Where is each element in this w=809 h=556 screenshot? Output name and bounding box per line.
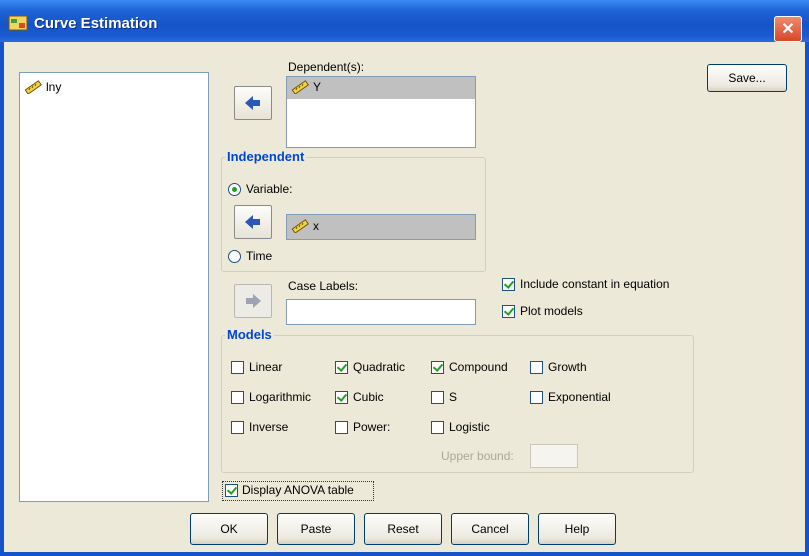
cubic-checkbox[interactable] <box>335 391 348 404</box>
growth-checkbox[interactable] <box>530 361 543 374</box>
independent-variable-field[interactable]: x <box>286 214 476 240</box>
dependent-list[interactable]: Y <box>286 76 476 148</box>
help-button-label: Help <box>564 522 590 536</box>
ruler-icon <box>24 80 42 94</box>
linear-label[interactable]: Linear <box>249 360 282 374</box>
ruler-icon <box>291 219 309 233</box>
title-bar: Curve Estimation ✕ <box>0 0 809 42</box>
compound-label[interactable]: Compound <box>449 360 508 374</box>
logarithmic-checkbox[interactable] <box>231 391 244 404</box>
ok-button[interactable]: OK <box>190 513 268 545</box>
reset-button-label: Reset <box>387 522 419 536</box>
save-button-label: Save... <box>728 71 766 85</box>
window-frame-bottom <box>0 552 809 556</box>
list-item[interactable]: lny <box>24 80 61 94</box>
arrow-left-icon <box>245 215 260 229</box>
window-frame-left <box>0 42 4 556</box>
variable-label: lny <box>46 80 62 94</box>
logistic-label[interactable]: Logistic <box>449 420 490 434</box>
close-button[interactable]: ✕ <box>774 16 802 42</box>
case-labels-label: Case Labels: <box>288 279 359 293</box>
upper-bound-field[interactable] <box>530 444 578 468</box>
compound-checkbox[interactable] <box>431 361 444 374</box>
inverse-checkbox[interactable] <box>231 421 244 434</box>
plot-models-checkbox[interactable] <box>502 305 515 318</box>
move-to-dependent-button[interactable] <box>234 86 272 120</box>
exponential-checkbox[interactable] <box>530 391 543 404</box>
logarithmic-label[interactable]: Logarithmic <box>249 390 311 404</box>
window-title: Curve Estimation <box>34 15 158 32</box>
case-labels-field[interactable] <box>286 299 476 325</box>
cancel-button-label: Cancel <box>471 522 509 536</box>
ok-button-label: OK <box>220 522 238 536</box>
quadratic-checkbox[interactable] <box>335 361 348 374</box>
source-variable-list[interactable]: lny <box>19 72 209 502</box>
paste-button[interactable]: Paste <box>277 513 355 545</box>
save-button[interactable]: Save... <box>707 64 787 92</box>
move-to-case-labels-button[interactable] <box>234 284 272 318</box>
exponential-label[interactable]: Exponential <box>548 390 611 404</box>
variable-radio[interactable] <box>228 183 241 196</box>
power-checkbox[interactable] <box>335 421 348 434</box>
list-item[interactable]: Y <box>287 77 475 99</box>
app-icon <box>8 15 28 31</box>
models-group-title: Models <box>225 327 274 342</box>
time-radio-label[interactable]: Time <box>246 249 272 263</box>
include-constant-label[interactable]: Include constant in equation <box>520 277 669 291</box>
variable-label: Y <box>313 80 322 94</box>
growth-label[interactable]: Growth <box>548 360 587 374</box>
upper-bound-label: Upper bound: <box>441 449 514 463</box>
reset-button[interactable]: Reset <box>364 513 442 545</box>
help-button[interactable]: Help <box>538 513 616 545</box>
s-checkbox[interactable] <box>431 391 444 404</box>
display-anova-checkbox[interactable] <box>225 484 238 497</box>
inverse-label[interactable]: Inverse <box>249 420 288 434</box>
variable-radio-label[interactable]: Variable: <box>246 182 292 196</box>
arrow-right-icon <box>246 294 261 308</box>
dependent-label: Dependent(s): <box>288 60 365 74</box>
ruler-icon <box>291 80 309 94</box>
arrow-left-icon <box>245 96 260 110</box>
move-to-independent-button[interactable] <box>234 205 272 239</box>
cancel-button[interactable]: Cancel <box>451 513 529 545</box>
power-label[interactable]: Power: <box>353 420 390 434</box>
close-icon: ✕ <box>781 21 795 38</box>
quadratic-label[interactable]: Quadratic <box>353 360 405 374</box>
independent-group-title: Independent <box>225 149 307 164</box>
time-radio[interactable] <box>228 250 241 263</box>
cubic-label[interactable]: Cubic <box>353 390 384 404</box>
linear-checkbox[interactable] <box>231 361 244 374</box>
s-label[interactable]: S <box>449 390 457 404</box>
include-constant-checkbox[interactable] <box>502 278 515 291</box>
window-frame-right <box>805 42 809 556</box>
paste-button-label: Paste <box>300 522 332 536</box>
variable-label: x <box>313 219 319 233</box>
logistic-checkbox[interactable] <box>431 421 444 434</box>
display-anova-label[interactable]: Display ANOVA table <box>242 483 354 497</box>
plot-models-label[interactable]: Plot models <box>520 304 583 318</box>
